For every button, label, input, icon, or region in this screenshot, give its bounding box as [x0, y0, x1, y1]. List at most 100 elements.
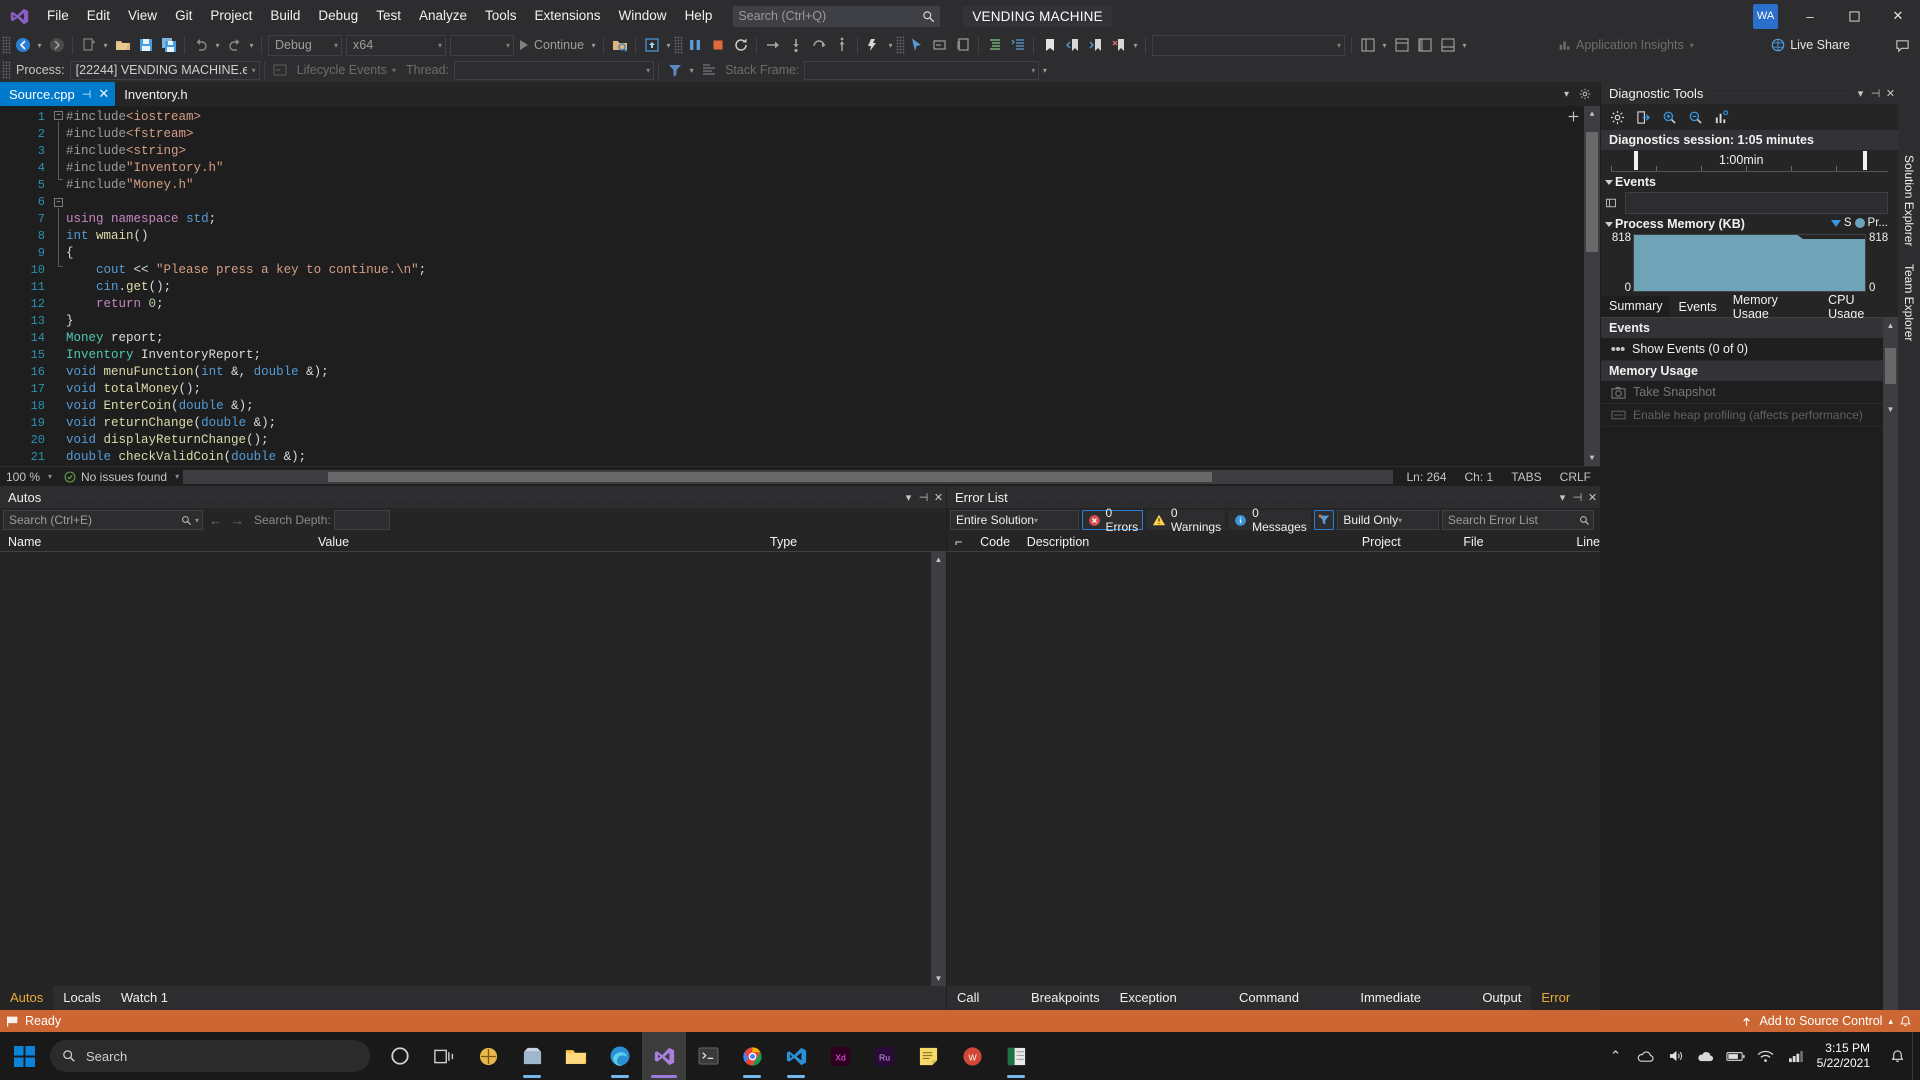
editor-split-icon[interactable] — [1567, 110, 1580, 123]
code-line[interactable]: void menuFunction(int &, double &); — [66, 364, 1600, 381]
code-text[interactable]: #include<iostream>#include<fstream>#incl… — [66, 106, 1600, 466]
panel-drag-dots[interactable] — [1711, 93, 1845, 94]
tab-cpu-usage[interactable]: CPU Usage — [1820, 296, 1898, 317]
new-item-icon[interactable] — [77, 34, 100, 56]
adobe-xd-icon[interactable]: Xd — [818, 1032, 862, 1080]
windows-dropdown[interactable]: ▾ — [1459, 34, 1470, 56]
column-type[interactable]: Type — [762, 535, 946, 549]
chevron-down-icon[interactable]: ▾ — [1853, 87, 1868, 100]
enable-snapshot-row[interactable]: Enable heap profiling (affects performan… — [1601, 404, 1898, 427]
solution-explorer-icon[interactable] — [1356, 34, 1379, 56]
lifecycle-events-label[interactable]: Lifecycle Events — [292, 63, 392, 77]
code-line[interactable]: #include<string> — [66, 143, 1600, 160]
prev-bookmark-icon[interactable] — [1061, 34, 1084, 56]
settings-gear-icon[interactable] — [1605, 106, 1629, 128]
step-out-icon[interactable] — [807, 34, 830, 56]
cloud-icon[interactable] — [1691, 1032, 1721, 1080]
code-line[interactable] — [66, 194, 1600, 211]
cortana-icon[interactable] — [378, 1032, 422, 1080]
close-icon[interactable]: ✕ — [931, 491, 946, 504]
scrollbar-thumb[interactable] — [328, 472, 1212, 482]
uncomment-icon[interactable] — [1006, 34, 1029, 56]
filter-threads-icon[interactable] — [663, 59, 686, 81]
export-icon[interactable] — [1631, 106, 1655, 128]
adobe-premiere-rush-icon[interactable]: Ru — [862, 1032, 906, 1080]
error-list-rows[interactable] — [947, 552, 1600, 986]
menu-help[interactable]: Help — [676, 0, 722, 32]
code-line[interactable]: Money report; — [66, 330, 1600, 347]
file-explorer-icon[interactable] — [554, 1032, 598, 1080]
code-line[interactable]: double checkValidCoin(double &); — [66, 449, 1600, 466]
scroll-up-icon[interactable]: ▲ — [931, 552, 946, 567]
solution-explorer-dropdown[interactable]: ▾ — [1379, 34, 1390, 56]
pin-icon[interactable]: ⊣ — [1570, 491, 1585, 504]
column-file[interactable]: File — [1455, 535, 1568, 549]
chevron-up-icon[interactable]: ▴ — [1888, 1016, 1893, 1027]
solution-platform-combo[interactable]: x64▾ — [346, 35, 446, 56]
pin-icon[interactable]: ⊣ — [82, 88, 92, 101]
no-issues-indicator[interactable]: No issues found ▾ — [56, 470, 179, 484]
cursor-select-icon[interactable] — [905, 34, 928, 56]
avatar[interactable]: WA — [1753, 4, 1778, 29]
code-line[interactable]: using namespace std; — [66, 211, 1600, 228]
bookmarks-dropdown[interactable]: ▾ — [1130, 34, 1141, 56]
code-line[interactable]: cout << "Please press a key to continue.… — [66, 262, 1600, 279]
menu-tools[interactable]: Tools — [476, 0, 526, 32]
errors-filter-button[interactable]: 0 Errors — [1082, 510, 1143, 530]
edge-icon[interactable] — [598, 1032, 642, 1080]
navigate-back-dropdown[interactable]: ▾ — [34, 34, 45, 56]
save-icon[interactable] — [134, 34, 157, 56]
menu-view[interactable]: View — [119, 0, 166, 32]
tab-locals[interactable]: Locals — [53, 986, 111, 1010]
arrow-up-icon[interactable] — [1740, 1015, 1753, 1028]
code-line[interactable]: int wmain() — [66, 228, 1600, 245]
process-memory-section-header[interactable]: Process Memory (KB) S Pr... — [1601, 214, 1898, 234]
editor-tab-inventory-h[interactable]: Inventory.h — [115, 82, 193, 106]
tab-output[interactable]: Output — [1472, 986, 1531, 1010]
navigate-back-icon[interactable] — [11, 34, 34, 56]
hot-reload-icon[interactable] — [862, 34, 885, 56]
events-section-header[interactable]: Events — [1601, 172, 1898, 192]
filter-threads-dropdown[interactable]: ▾ — [686, 59, 697, 81]
sticky-notes-icon[interactable] — [906, 1032, 950, 1080]
insert-snippet-icon[interactable] — [928, 34, 951, 56]
live-share-button[interactable]: Live Share — [1771, 38, 1850, 52]
code-line[interactable]: #include"Money.h" — [66, 177, 1600, 194]
scroll-up-icon[interactable]: ▲ — [1883, 318, 1898, 333]
windows-start-icon[interactable] — [0, 1032, 48, 1080]
menu-analyze[interactable]: Analyze — [410, 0, 476, 32]
continue-dropdown[interactable]: ▾ — [588, 34, 599, 56]
thread-combo[interactable]: ▾ — [454, 61, 654, 80]
code-line[interactable]: void returnChange(double &); — [66, 415, 1600, 432]
toolbox-icon[interactable] — [1413, 34, 1436, 56]
code-line[interactable]: #include"Inventory.h" — [66, 160, 1600, 177]
code-line[interactable]: #include<iostream> — [66, 109, 1600, 126]
editor-horizontal-scrollbar[interactable] — [183, 470, 1393, 484]
menu-extensions[interactable]: Extensions — [526, 0, 610, 32]
code-line[interactable]: { — [66, 245, 1600, 262]
toolbar-grip[interactable] — [896, 36, 905, 54]
code-line[interactable]: void EnterCoin(double &); — [66, 398, 1600, 415]
application-insights[interactable]: Application Insights ▾ — [1558, 38, 1694, 52]
redo-icon[interactable] — [223, 34, 246, 56]
tab-immediate-window[interactable]: Immediate Window — [1350, 986, 1472, 1010]
step-into-icon[interactable] — [784, 34, 807, 56]
surround-with-icon[interactable] — [951, 34, 974, 56]
column-name[interactable]: Name — [0, 535, 310, 549]
zoom-out-icon[interactable] — [1683, 106, 1707, 128]
warnings-filter-button[interactable]: 0 Warnings — [1146, 510, 1225, 530]
menu-test[interactable]: Test — [367, 0, 410, 32]
show-statement-dropdown[interactable]: ▾ — [663, 34, 674, 56]
new-item-dropdown[interactable]: ▾ — [100, 34, 111, 56]
bell-icon[interactable] — [1899, 1015, 1912, 1028]
code-line[interactable]: #include<fstream> — [66, 126, 1600, 143]
menu-debug[interactable]: Debug — [309, 0, 367, 32]
next-bookmark-icon[interactable] — [1084, 34, 1107, 56]
events-track[interactable] — [1625, 192, 1888, 214]
pin-icon[interactable]: ⊣ — [1868, 87, 1883, 100]
minimize-button[interactable]: – — [1788, 0, 1832, 32]
tab-exception-settings[interactable]: Exception Settings — [1110, 986, 1229, 1010]
redo-dropdown[interactable]: ▾ — [246, 34, 257, 56]
scroll-down-icon[interactable]: ▼ — [931, 971, 946, 986]
tab-error-list[interactable]: Error List — [1531, 986, 1600, 1010]
